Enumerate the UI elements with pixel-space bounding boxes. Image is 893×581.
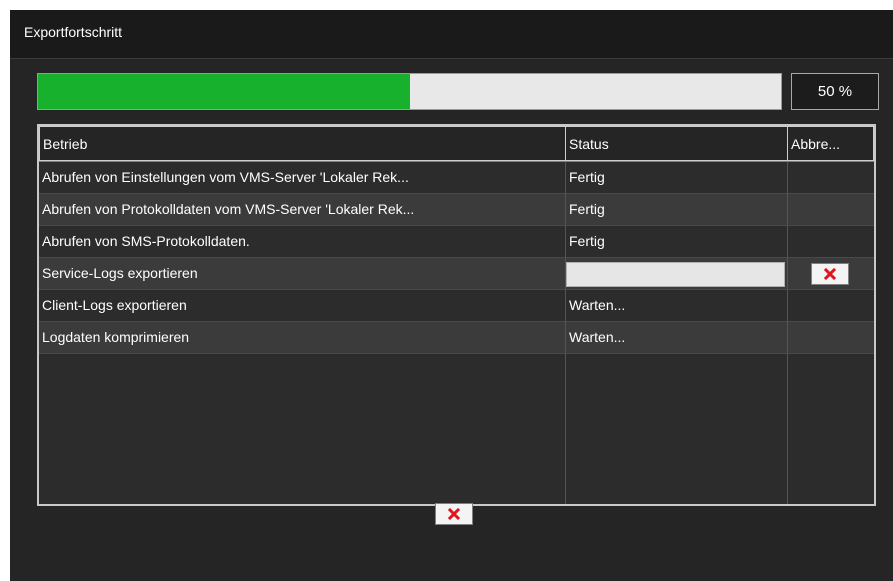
table-row[interactable]: Logdaten komprimieren Warten...	[39, 322, 874, 354]
table-row[interactable]: Client-Logs exportieren Warten...	[39, 290, 874, 322]
close-x-icon	[824, 268, 836, 280]
title-bar: Exportfortschritt	[10, 10, 893, 59]
cancel-export-button[interactable]	[435, 503, 473, 525]
column-header-cancel[interactable]: Abbre...	[787, 126, 874, 161]
column-divider	[565, 162, 566, 504]
operation-cell: Abrufen von SMS-Protokolldaten.	[42, 233, 250, 249]
table-row[interactable]: Abrufen von Protokolldaten vom VMS-Serve…	[39, 194, 874, 226]
operation-cell: Abrufen von Protokolldaten vom VMS-Serve…	[42, 201, 415, 217]
status-cell: Fertig	[569, 169, 605, 185]
operation-cell: Service-Logs exportieren	[42, 265, 198, 281]
table-header: Betrieb Status Abbre...	[39, 126, 874, 162]
status-cell: Warten...	[569, 297, 626, 313]
progress-bar	[37, 73, 782, 110]
status-cell: Warten...	[569, 329, 626, 345]
progress-bar-fill	[38, 74, 410, 109]
status-cell: Fertig	[569, 233, 605, 249]
table-row[interactable]: Service-Logs exportieren	[39, 258, 874, 290]
table-row[interactable]: Abrufen von Einstellungen vom VMS-Server…	[39, 162, 874, 194]
export-progress-dialog: Exportfortschritt 50 % Betrieb Status Ab…	[10, 10, 893, 581]
dialog-title: Exportfortschritt	[24, 24, 123, 40]
column-header-operation[interactable]: Betrieb	[39, 126, 566, 161]
row-progress-bar	[566, 262, 785, 287]
status-cell: Fertig	[569, 201, 605, 217]
cancel-row-button[interactable]	[811, 263, 849, 285]
progress-percent: 50 %	[791, 73, 879, 110]
operation-cell: Abrufen von Einstellungen vom VMS-Server…	[42, 169, 409, 185]
operations-table: Betrieb Status Abbre... Abrufen von Eins…	[37, 124, 876, 506]
close-x-icon	[448, 508, 460, 520]
row-separator	[39, 353, 874, 354]
operation-cell: Client-Logs exportieren	[42, 297, 187, 313]
column-divider	[787, 162, 788, 504]
operation-cell: Logdaten komprimieren	[42, 329, 190, 345]
column-header-status[interactable]: Status	[565, 126, 788, 161]
table-row[interactable]: Abrufen von SMS-Protokolldaten. Fertig	[39, 226, 874, 258]
